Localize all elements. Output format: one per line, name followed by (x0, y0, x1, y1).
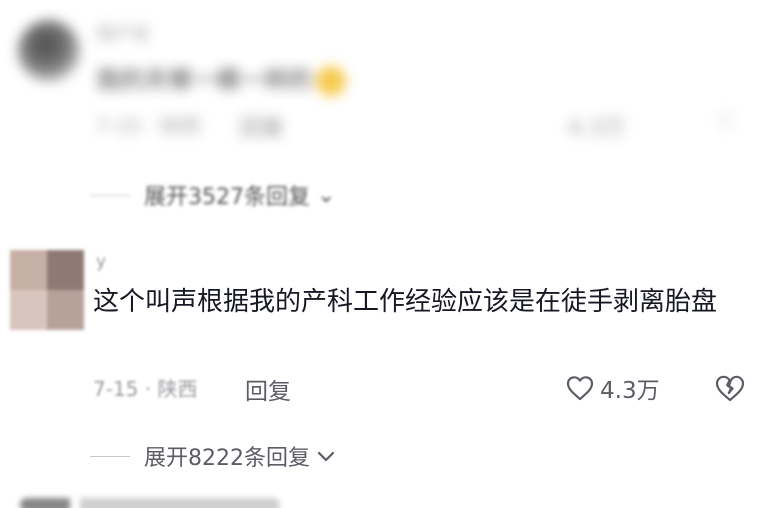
chevron-down-icon: ⌄ (310, 182, 336, 208)
broken-heart-icon[interactable] (715, 374, 745, 402)
comment-meta: 7-15 · 陕西 (93, 377, 198, 401)
next-comment-preview (20, 498, 280, 508)
avatar[interactable] (10, 250, 84, 330)
comment-text: 这个叫声根据我的产科工作经验应该是在徒手剥离胎盘 (93, 287, 718, 317)
expand-replies-label: 展开3527条回复 (144, 185, 310, 210)
comment-meta: 7-15 · 陕西 (96, 114, 201, 138)
divider-line (90, 194, 130, 196)
comment-item-1: 用户名 我的天哪一模一样的 7-15 · 陕西 回复 4.3万 ♡ 展开3527… (0, 0, 765, 225)
expand-replies-label: 展开8222条回复 (144, 446, 310, 471)
comment-text-content: 我的天哪一模一样的 (96, 66, 312, 94)
emoji-icon (316, 66, 346, 96)
username[interactable]: y (96, 252, 106, 272)
expand-replies-button[interactable]: 展开8222条回复 (90, 440, 336, 472)
like-button[interactable]: 4.3万 (566, 372, 660, 404)
username[interactable]: 用户名 (96, 20, 150, 46)
dislike-button[interactable]: ♡ (716, 110, 736, 135)
chevron-down-icon (317, 451, 335, 462)
reply-button[interactable]: 回复 (240, 110, 284, 142)
divider-line (90, 455, 130, 457)
reply-button[interactable]: 回复 (245, 372, 291, 406)
comment-text: 我的天哪一模一样的 (96, 60, 346, 96)
avatar[interactable] (18, 20, 80, 82)
expand-replies-button[interactable]: 展开3527条回复 ⌄ (90, 180, 335, 210)
comment-list: 用户名 我的天哪一模一样的 7-15 · 陕西 回复 4.3万 ♡ 展开3527… (0, 0, 765, 508)
heart-outline-icon (566, 376, 594, 401)
like-count: 4.3万 (600, 378, 660, 404)
like-button[interactable]: 4.3万 (568, 110, 625, 142)
